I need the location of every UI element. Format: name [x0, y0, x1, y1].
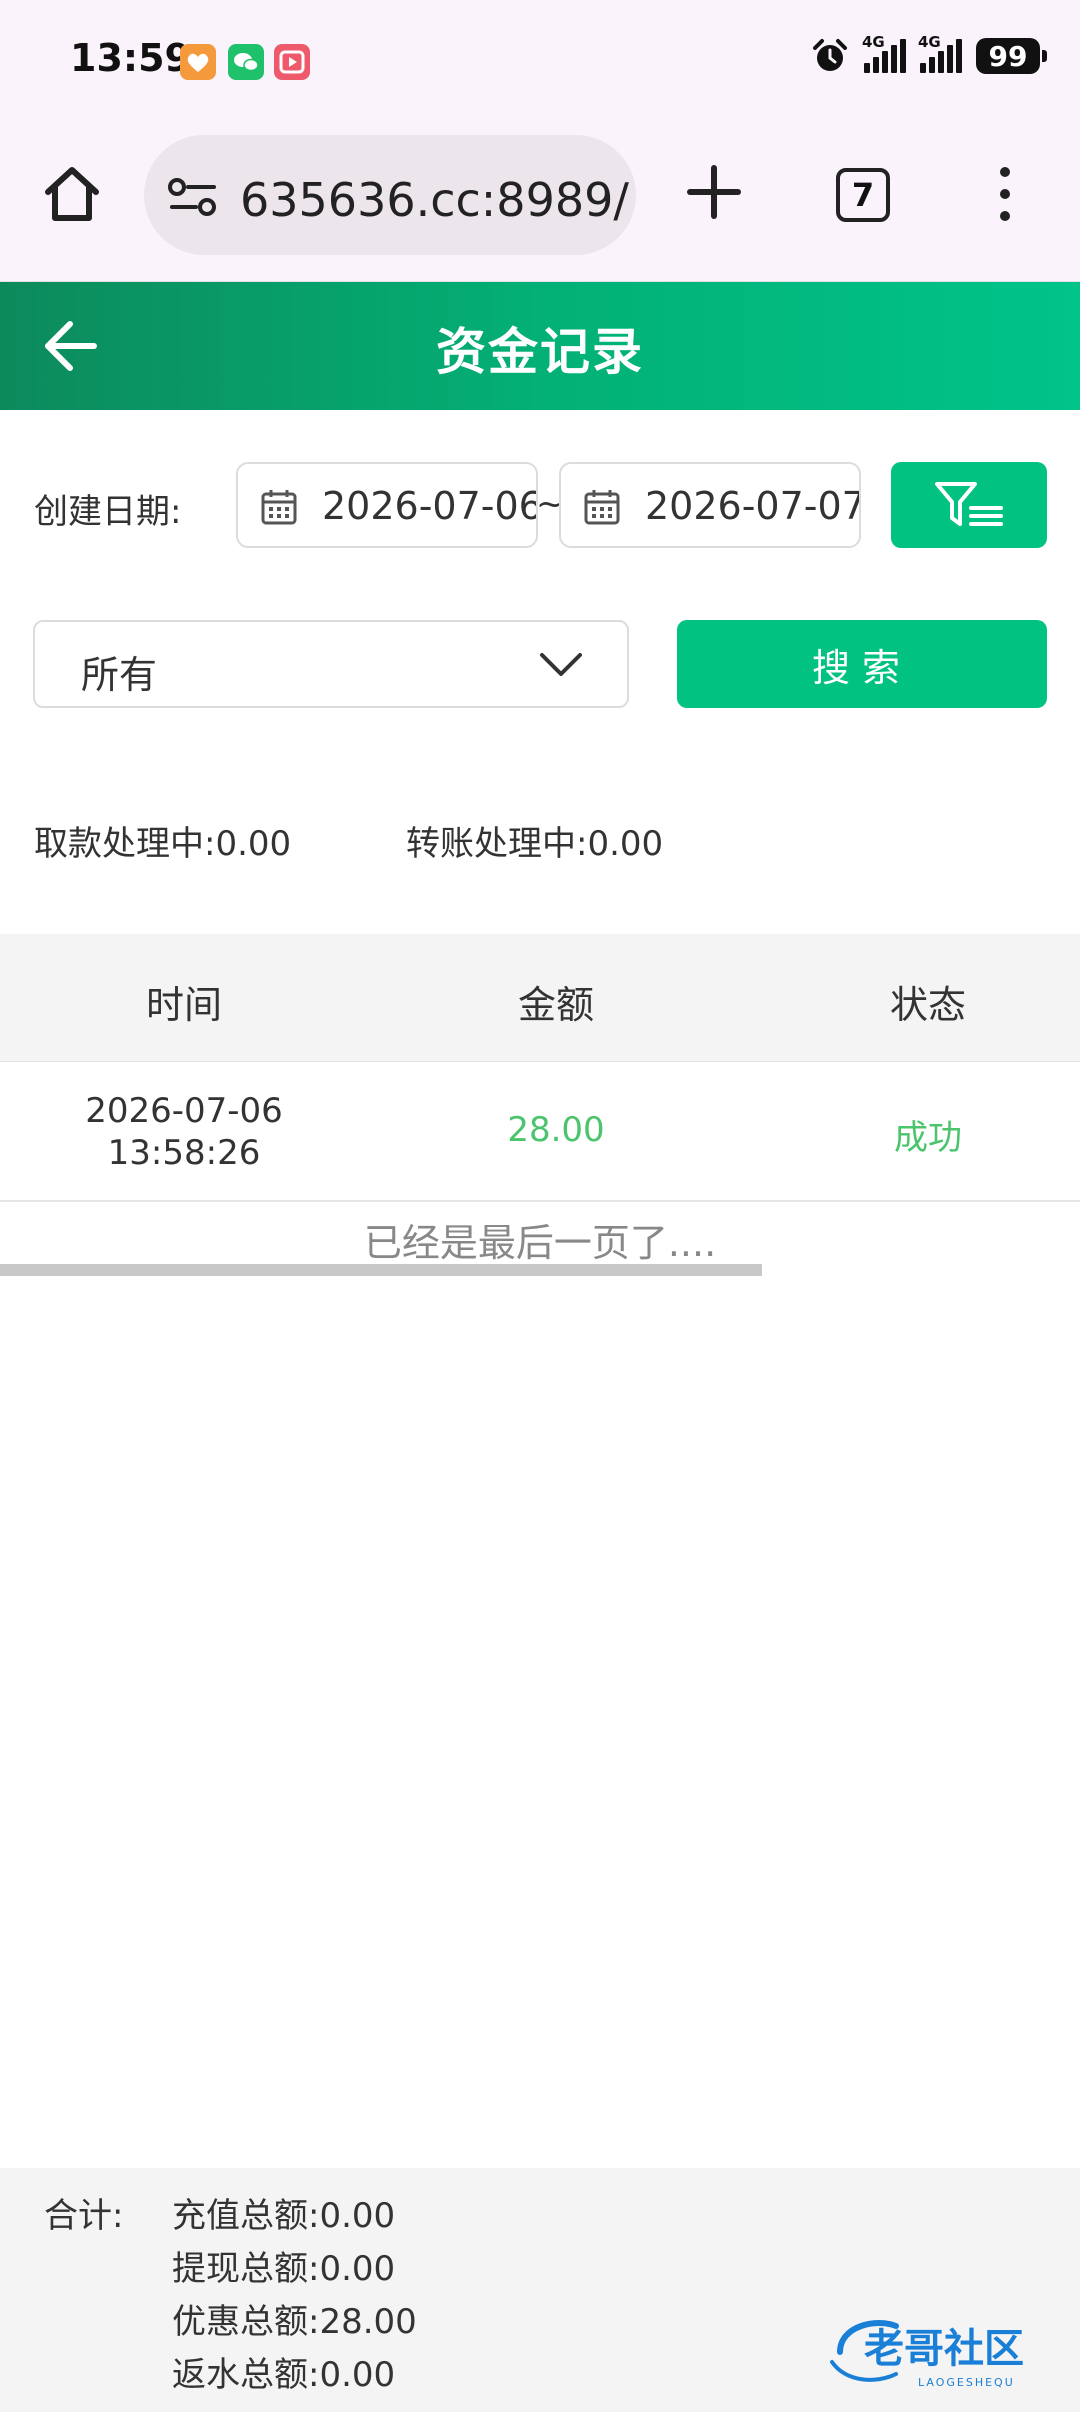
search-button[interactable]: 搜索 [677, 620, 1047, 708]
row-status: 成功 [894, 1118, 962, 1158]
withdraw-pending: 取款处理中:0.00 [34, 824, 292, 864]
more-menu-icon[interactable] [990, 164, 1020, 224]
browser-toolbar: 635636.cc:8989/ 7 [0, 120, 1080, 282]
status-time: 13:59 [70, 36, 191, 80]
column-header-time: 时间 [145, 983, 222, 1027]
url-text[interactable]: 635636.cc:8989/ [240, 173, 629, 227]
type-select[interactable]: 所有 [33, 620, 629, 708]
site-settings-icon[interactable] [168, 177, 218, 217]
watermark-logo: 老哥社区 LAOGESHEQU [830, 2320, 1024, 2389]
end-date-input[interactable]: 2026-07-07 [559, 462, 861, 548]
row-date: 2026-07-06 [85, 1091, 283, 1131]
table-header: 时间 金额 状态 [0, 934, 1080, 1062]
total-bonus: 优惠总额:28.00 [172, 2302, 417, 2342]
total-rebate: 返水总额:0.00 [172, 2355, 396, 2395]
health-app-icon [180, 44, 216, 80]
battery-icon: 99 [976, 38, 1047, 74]
svg-text:老哥社区: 老哥社区 [864, 2326, 1024, 2372]
transfer-pending: 转账处理中:0.00 [406, 824, 664, 864]
date-filter-label: 创建日期: [34, 492, 182, 532]
row-clock: 13:58:26 [107, 1133, 261, 1173]
totals-label: 合计: [44, 2196, 124, 2236]
start-date-value: 2026-07-06 [322, 484, 538, 528]
svg-text:LAOGESHEQU: LAOGESHEQU [918, 2376, 1015, 2389]
total-deposit: 充值总额:0.00 [172, 2196, 396, 2236]
row-time: 2026-07-06 13:58:26 [40, 1090, 328, 1174]
end-of-list-text: 已经是最后一页了.... [363, 1221, 717, 1265]
video-app-icon [274, 44, 310, 80]
filter-icon [935, 482, 1003, 526]
wechat-icon [228, 44, 264, 80]
status-indicators: 4G 4G 99 [810, 33, 1047, 76]
page-title: 资金记录 [436, 323, 644, 381]
row-amount: 28.00 [507, 1110, 605, 1150]
signal-icon-2: 4G [918, 33, 962, 73]
app-header: 资金记录 [0, 282, 1080, 410]
totals-footer: 合计: 充值总额:0.00 提现总额:0.00 优惠总额:28.00 返水总额:… [0, 2168, 1080, 2412]
calendar-icon [584, 490, 620, 525]
type-select-value: 所有 [81, 653, 158, 697]
column-header-status: 状态 [889, 983, 966, 1027]
horizontal-scrollbar[interactable] [0, 1264, 762, 1276]
status-bar: 13:59 4G 4G 99 [0, 0, 1080, 120]
calendar-icon [261, 490, 297, 525]
tab-switcher-button[interactable]: 7 [836, 168, 890, 222]
start-date-input[interactable]: 2026-07-06 [236, 462, 538, 548]
table-row[interactable]: 2026-07-06 13:58:26 28.00 成功 [0, 1062, 1080, 1202]
new-tab-icon[interactable] [686, 164, 742, 220]
total-withdraw: 提现总额:0.00 [172, 2249, 396, 2289]
end-date-value: 2026-07-07 [645, 484, 861, 528]
chevron-down-icon [540, 653, 582, 676]
home-icon[interactable] [38, 160, 106, 228]
filter-button[interactable] [891, 462, 1047, 548]
column-header-amount: 金额 [517, 983, 594, 1027]
signal-icon-1: 4G [862, 33, 906, 73]
alarm-icon [813, 39, 847, 71]
url-bar[interactable]: 635636.cc:8989/ [144, 135, 636, 255]
